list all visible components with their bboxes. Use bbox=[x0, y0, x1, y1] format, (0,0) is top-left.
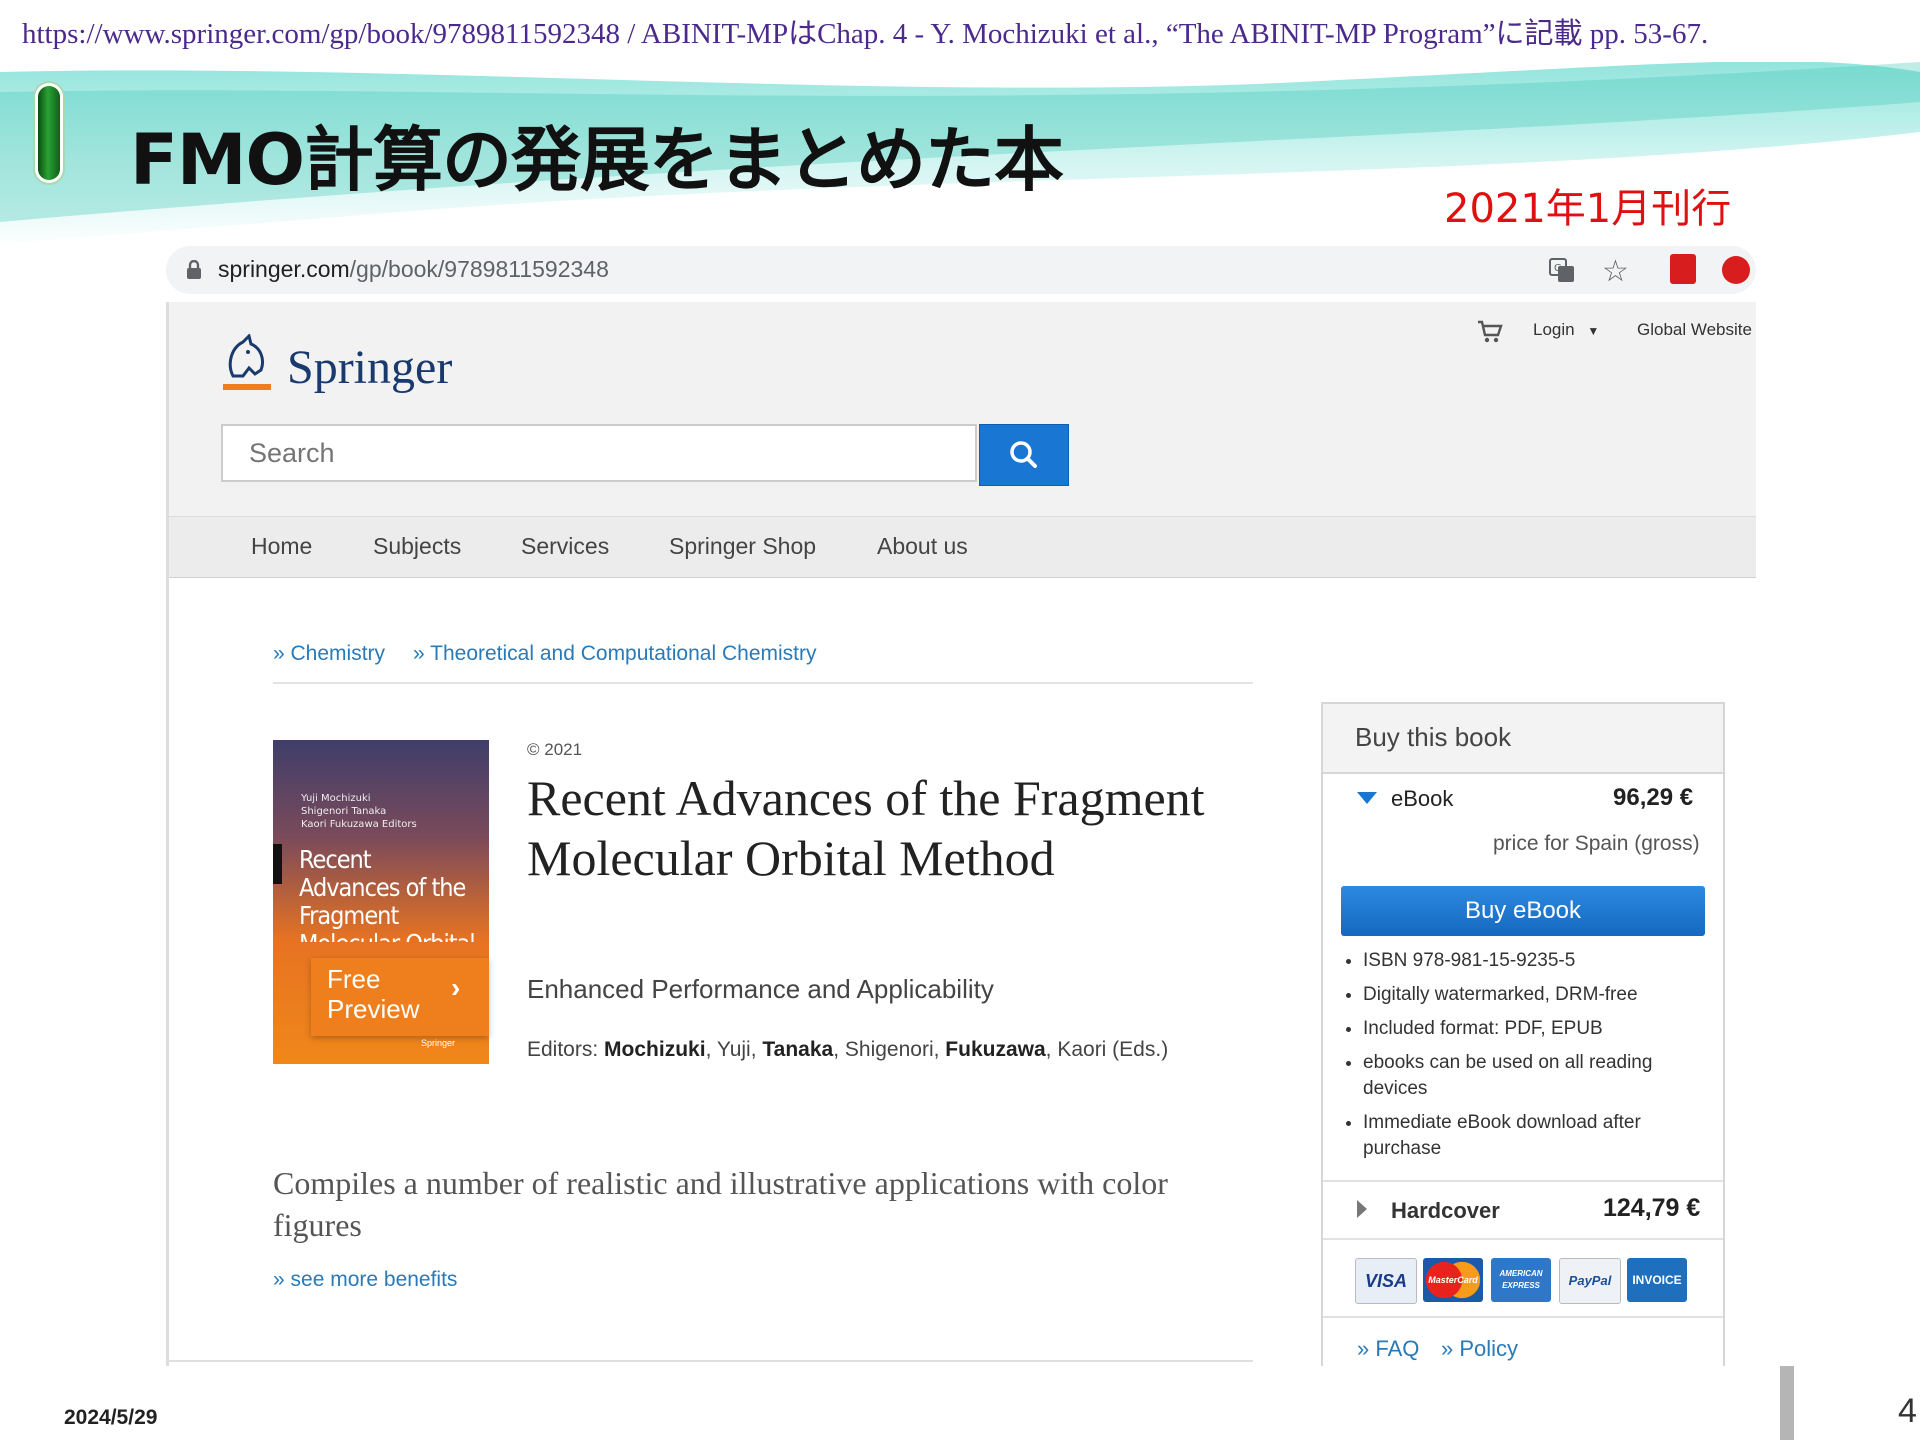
faq-link[interactable]: » FAQ bbox=[1357, 1336, 1419, 1362]
free-preview-label: Free Preview bbox=[327, 964, 420, 1024]
springer-logo-text[interactable]: Springer bbox=[287, 340, 452, 395]
buy-box-header: Buy this book bbox=[1323, 704, 1723, 774]
title-accent-bar bbox=[38, 86, 60, 180]
breadcrumb-theoretical-chemistry[interactable]: » Theoretical and Computational Chemistr… bbox=[413, 642, 816, 666]
page-number: 4 bbox=[1898, 1392, 1917, 1430]
buy-ebook-button[interactable]: Buy eBook bbox=[1341, 886, 1705, 936]
editor-first-name: Kaori (Eds.) bbox=[1057, 1038, 1169, 1061]
slide-date: 2024/5/29 bbox=[64, 1406, 158, 1429]
ebook-label: eBook bbox=[1391, 786, 1454, 811]
hardcover-price: 124,79 € bbox=[1603, 1194, 1701, 1222]
springer-horse-icon bbox=[223, 334, 271, 390]
ebook-features: ISBN 978-981-15-9235-5 Digitally waterma… bbox=[1341, 948, 1703, 1170]
star-icon[interactable]: ☆ bbox=[1602, 254, 1629, 289]
book-benefit: Compiles a number of realistic and illus… bbox=[273, 1165, 1168, 1243]
cover-authors: Yuji Mochizuki Shigenori Tanaka Kaori Fu… bbox=[301, 792, 417, 831]
editor-first-name: Yuji bbox=[716, 1038, 751, 1061]
hardcover-option[interactable]: Hardcover 124,79 € bbox=[1323, 1180, 1723, 1240]
list-item: ebooks can be used on all reading device… bbox=[1363, 1050, 1703, 1102]
nav-subjects[interactable]: Subjects bbox=[373, 533, 461, 560]
nav-services[interactable]: Services bbox=[521, 533, 609, 560]
slide-title: FMO計算の発展をまとめた本 bbox=[130, 119, 1064, 201]
search-input[interactable] bbox=[221, 424, 977, 482]
book-title: Recent Advances of the Fragment Molecula… bbox=[527, 770, 1205, 886]
caret-right-icon bbox=[1357, 1200, 1367, 1218]
divider bbox=[169, 1360, 1253, 1362]
ebook-price: 96,29 € bbox=[1613, 784, 1694, 811]
nav-springer-shop[interactable]: Springer Shop bbox=[669, 533, 816, 560]
chevron-right-icon: › bbox=[451, 972, 461, 1003]
editor-last-name[interactable]: Fukuzawa bbox=[945, 1038, 1045, 1061]
hardcover-label: Hardcover bbox=[1391, 1198, 1500, 1223]
search-button[interactable] bbox=[979, 424, 1069, 486]
ebook-option[interactable]: eBook 96,29 € bbox=[1323, 772, 1723, 824]
buy-box-title: Buy this book bbox=[1355, 722, 1512, 752]
list-item: ISBN 978-981-15-9235-5 bbox=[1363, 948, 1703, 974]
url-text[interactable]: springer.com/gp/book/9789811592348 bbox=[218, 256, 609, 283]
search-icon bbox=[1010, 441, 1037, 468]
springer-page: Login ▼ Global Website Springer Home Sub… bbox=[166, 302, 1756, 1366]
site-header: Login ▼ Global Website Springer bbox=[169, 302, 1756, 516]
divider bbox=[1323, 1316, 1723, 1318]
list-item: Included format: PDF, EPUB bbox=[1363, 1016, 1703, 1042]
copyright-year: © 2021 bbox=[527, 740, 583, 759]
lock-icon bbox=[187, 260, 201, 279]
free-preview-button[interactable]: Free Preview › bbox=[311, 958, 489, 1036]
cover-author: Yuji Mochizuki bbox=[301, 793, 371, 804]
editor-first-name: Shigenori bbox=[844, 1038, 934, 1061]
chevron-down-icon: ▼ bbox=[1587, 324, 1600, 338]
editor-last-name[interactable]: Tanaka bbox=[762, 1038, 833, 1061]
book-subtitle: Enhanced Performance and Applicability bbox=[527, 974, 994, 1004]
cover-title: Recent Advances of the Fragment Molecula… bbox=[299, 846, 476, 942]
book-editors: Editors: Mochizuki, Yuji, Tanaka, Shigen… bbox=[527, 1038, 1169, 1061]
main-nav: Home Subjects Services Springer Shop Abo… bbox=[169, 516, 1756, 578]
see-more-benefits-link[interactable]: » see more benefits bbox=[273, 1268, 457, 1292]
global-website-link[interactable]: Global Website bbox=[1637, 320, 1752, 340]
buy-box: Buy this book eBook 96,29 € price for Sp… bbox=[1321, 702, 1725, 1366]
login-label: Login bbox=[1533, 320, 1575, 339]
browser-screenshot: springer.com/gp/book/9789811592348 G ☆ L… bbox=[166, 246, 1756, 1366]
price-note: price for Spain (gross) bbox=[1493, 832, 1700, 855]
cover-publisher: Springer bbox=[421, 1038, 456, 1048]
visa-icon: VISA bbox=[1355, 1258, 1417, 1304]
svg-text:G: G bbox=[1554, 263, 1562, 274]
breadcrumb-chemistry[interactable]: » Chemistry bbox=[273, 642, 385, 666]
pdf-icon[interactable] bbox=[1670, 254, 1696, 284]
book-cover[interactable]: Yuji Mochizuki Shigenori Tanaka Kaori Fu… bbox=[273, 740, 489, 1064]
caret-down-icon bbox=[1357, 792, 1377, 804]
slide-marker bbox=[1780, 1366, 1794, 1440]
address-bar[interactable]: springer.com/gp/book/9789811592348 G ☆ bbox=[166, 246, 1756, 294]
publication-note: 2021年1月刊行 bbox=[1444, 186, 1732, 232]
mastercard-label: MasterCard bbox=[1423, 1258, 1483, 1302]
invoice-icon: INVOICE bbox=[1627, 1258, 1687, 1302]
url-host: springer.com bbox=[218, 256, 350, 282]
paypal-icon: PayPal bbox=[1559, 1258, 1621, 1304]
cart-icon[interactable] bbox=[1477, 320, 1503, 344]
cover-author: Kaori Fukuzawa Editors bbox=[301, 819, 417, 830]
amex-icon: AMERICAN EXPRESS bbox=[1491, 1258, 1551, 1302]
mastercard-icon: MasterCard bbox=[1423, 1258, 1483, 1302]
trend-icon[interactable] bbox=[1722, 256, 1750, 284]
url-path: /gp/book/9789811592348 bbox=[349, 256, 609, 282]
nav-home[interactable]: Home bbox=[251, 533, 312, 560]
breadcrumb: » Chemistry » Theoretical and Computatio… bbox=[273, 642, 1253, 684]
editor-last-name[interactable]: Mochizuki bbox=[604, 1038, 706, 1061]
editors-label: Editors: bbox=[527, 1038, 599, 1061]
list-item: Digitally watermarked, DRM-free bbox=[1363, 982, 1703, 1008]
cover-author: Shigenori Tanaka bbox=[301, 806, 387, 817]
nav-about-us[interactable]: About us bbox=[877, 533, 968, 560]
cover-side-bar bbox=[273, 844, 282, 884]
citation-text: https://www.springer.com/gp/book/9789811… bbox=[22, 18, 1709, 50]
policy-link[interactable]: » Policy bbox=[1441, 1336, 1518, 1362]
login-menu[interactable]: Login ▼ bbox=[1533, 320, 1599, 340]
list-item: Immediate eBook download after purchase bbox=[1363, 1110, 1703, 1162]
translate-icon[interactable]: G bbox=[1548, 256, 1576, 284]
